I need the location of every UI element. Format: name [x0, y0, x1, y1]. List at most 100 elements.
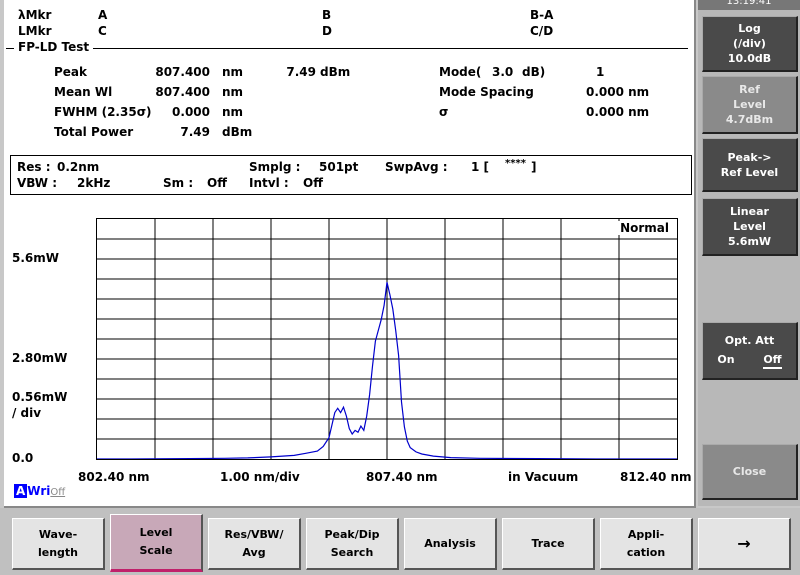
- section-divider: [6, 48, 688, 49]
- y-axis-zero-label: 0.0: [12, 451, 34, 465]
- trace-letter: A: [14, 484, 28, 498]
- mode-threshold-unit: dB): [522, 65, 546, 79]
- trace-fkey[interactable]: Trace: [502, 518, 595, 570]
- fkey-label: Level: [139, 526, 173, 539]
- level-marker-label: LMkr: [18, 24, 52, 38]
- spectrum-svg: [97, 219, 677, 459]
- smoothing-value: Off: [207, 176, 227, 190]
- wavelength-marker-a: A: [98, 8, 108, 22]
- fwhm-label: FWHM (2.35σ): [54, 105, 152, 119]
- res-vbw-avg-fkey[interactable]: Res/VBW/ Avg: [208, 518, 301, 570]
- x-axis-center-label: 807.40 nm: [366, 470, 438, 484]
- peak-wavelength: 807.400: [155, 65, 210, 79]
- fkey-label: Res/VBW/: [224, 527, 284, 541]
- trace-indicator[interactable]: A WriOff: [14, 484, 65, 498]
- total-power: 7.49: [180, 125, 210, 139]
- function-key-bar: Wave- length Level Scale Res/VBW/ Avg Pe…: [0, 508, 800, 575]
- x-axis-start-label: 802.40 nm: [78, 470, 150, 484]
- vbw-value: 2kHz: [77, 176, 111, 190]
- wavelength-marker-b-minus-a: B-A: [530, 8, 554, 22]
- sweep-average-label: SwpAvg :: [385, 160, 448, 174]
- level-marker-c-over-d: C/D: [530, 24, 554, 38]
- optical-attenuator-softkey[interactable]: Opt. Att On Off: [702, 322, 798, 380]
- softkey-value: 4.7dBm: [725, 113, 774, 126]
- fkey-label: Scale: [139, 544, 173, 557]
- fkey-label: Analysis: [424, 536, 476, 550]
- mode-label: Mode(: [439, 65, 482, 79]
- total-power-label: Total Power: [54, 125, 134, 139]
- wavelength-marker-b: B: [322, 8, 332, 22]
- softkey-label: Close: [732, 465, 767, 478]
- fkey-label: Appli-: [627, 527, 665, 541]
- linear-level-softkey[interactable]: Linear Level 5.6mW: [702, 198, 798, 256]
- trace-state: Off: [50, 487, 66, 498]
- fkey-label: Trace: [531, 536, 565, 550]
- fkey-label: Avg: [242, 545, 266, 559]
- clock: 13:19:41: [698, 0, 800, 10]
- log-scale-softkey[interactable]: Log (/div) 10.0dB: [702, 16, 798, 72]
- peak-to-ref-level-softkey[interactable]: Peak-> Ref Level: [702, 138, 798, 192]
- wavelength-marker-label: λMkr: [18, 8, 52, 22]
- peak-dip-search-fkey[interactable]: Peak/Dip Search: [306, 518, 399, 570]
- mean-wavelength-label: Mean Wl: [54, 85, 113, 99]
- softkey-value: 10.0dB: [727, 52, 772, 65]
- peak-level-unit: dBm: [320, 65, 351, 79]
- resolution-value: 0.2nm: [57, 160, 100, 174]
- x-axis-medium-label: in Vacuum: [508, 470, 579, 484]
- softkey-label: Level: [733, 220, 766, 233]
- fwhm-unit: nm: [222, 105, 244, 119]
- spectrum-plot[interactable]: Normal: [96, 218, 678, 460]
- softkey-label: Ref: [739, 83, 760, 96]
- sampling-label: Smplg :: [249, 160, 301, 174]
- mode-threshold: 3.0: [492, 65, 514, 79]
- softkey-label: Log: [738, 22, 761, 35]
- ref-level-softkey[interactable]: Ref Level 4.7dBm: [702, 76, 798, 134]
- peak-wavelength-unit: nm: [222, 65, 244, 79]
- softkey-label: Peak->: [727, 150, 772, 164]
- resolution-label: Res :: [17, 160, 51, 174]
- mode-spacing: 0.000 nm: [586, 85, 650, 99]
- peak-label: Peak: [54, 65, 88, 79]
- mean-wavelength-unit: nm: [222, 85, 244, 99]
- sweep-average-value: 1 [: [471, 160, 490, 174]
- softkey-label: Ref Level: [720, 165, 779, 179]
- interval-label: Intvl :: [249, 176, 289, 190]
- fkey-label: Wave-: [38, 527, 78, 541]
- level-scale-fkey[interactable]: Level Scale: [110, 514, 203, 572]
- sampling-value: 501pt: [319, 160, 359, 174]
- x-axis-stop-label: 812.40 nm: [620, 470, 692, 484]
- softkey-label: (/div): [733, 37, 766, 50]
- toggle-off-selected: Off: [763, 352, 782, 369]
- fkey-label: →: [737, 533, 751, 553]
- smoothing-label: Sm :: [163, 176, 194, 190]
- x-axis-division-label: 1.00 nm/div: [220, 470, 300, 484]
- y-axis-scale-label: 0.56mW: [12, 390, 68, 404]
- analysis-fkey[interactable]: Analysis: [404, 518, 497, 570]
- softkey-label: Linear: [730, 205, 769, 218]
- fwhm-value: 0.000: [172, 105, 210, 119]
- sweep-average-bracket: ]: [531, 160, 537, 174]
- y-axis-top-label: 5.6mW: [12, 251, 59, 265]
- level-marker-d: D: [322, 24, 332, 38]
- vbw-label: VBW :: [17, 176, 57, 190]
- softkey-label: Opt. Att: [724, 333, 775, 347]
- mean-wavelength: 807.400: [155, 85, 210, 99]
- on-off-toggle: On Off: [703, 352, 796, 369]
- fkey-label: cation: [626, 545, 666, 559]
- plot-grid: [97, 219, 677, 459]
- softkey-panel: 13:19:41 Log (/div) 10.0dB Ref Level 4.7…: [698, 0, 800, 506]
- measurement-screen: λMkr A B B-A LMkr C D C/D FP-LD Test Pea…: [4, 0, 696, 508]
- fkey-label: length: [37, 545, 79, 559]
- fkey-label: Search: [330, 545, 374, 559]
- interval-value: Off: [303, 176, 323, 190]
- toggle-on: On: [717, 352, 735, 366]
- y-axis-scale-unit: / div: [12, 406, 42, 420]
- close-softkey[interactable]: Close: [702, 444, 798, 500]
- softkey-value: 5.6mW: [727, 235, 772, 248]
- mode-count: 1: [596, 65, 605, 79]
- next-page-arrow-icon[interactable]: →: [698, 518, 791, 570]
- application-fkey[interactable]: Appli- cation: [600, 518, 693, 570]
- settings-box: Res : 0.2nm Smplg : 501pt SwpAvg : 1 [ *…: [10, 155, 692, 195]
- trace-mode-label: Normal: [618, 221, 671, 235]
- wavelength-fkey[interactable]: Wave- length: [12, 518, 105, 570]
